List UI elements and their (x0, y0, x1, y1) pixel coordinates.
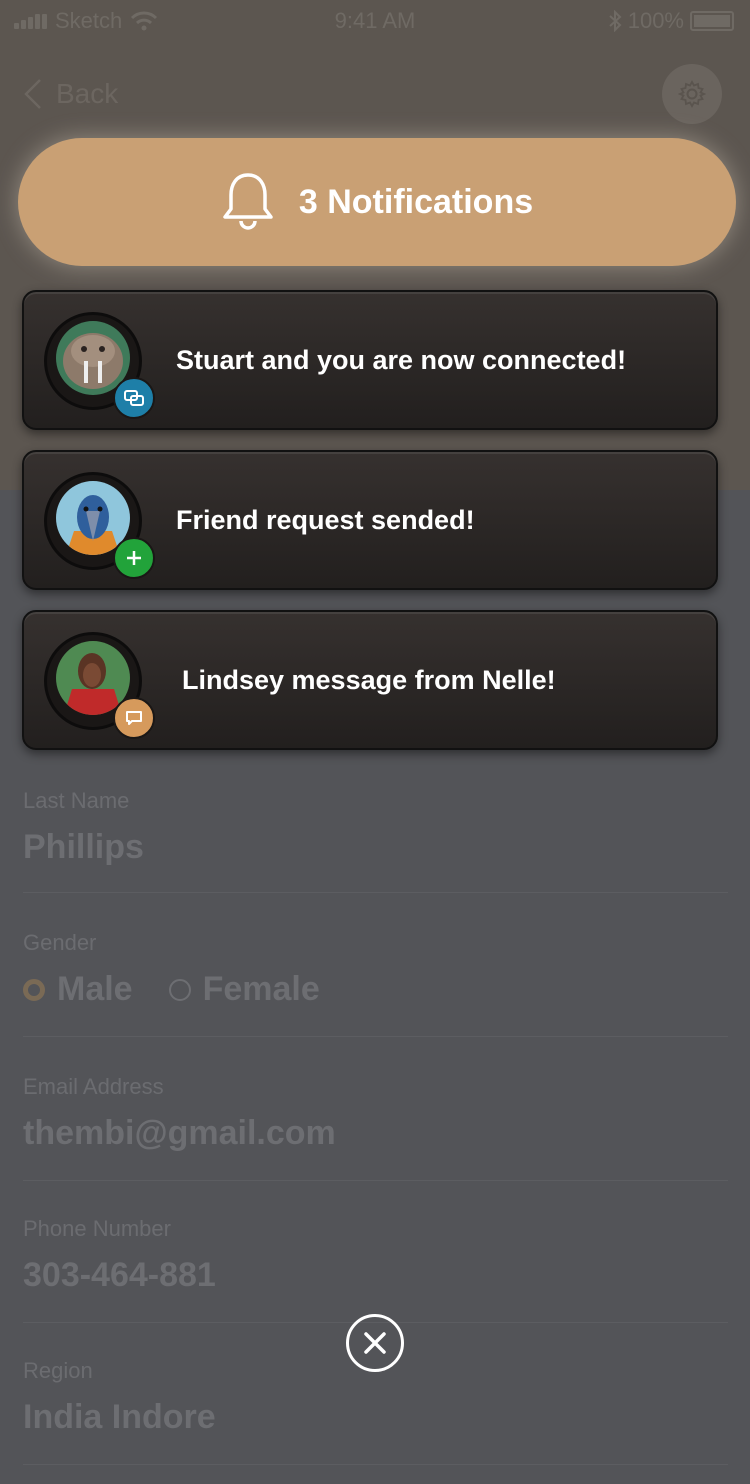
connect-icon (113, 377, 155, 419)
notification-text: Lindsey message from Nelle! (182, 664, 556, 695)
close-icon (364, 1332, 386, 1354)
notifications-title: 3 Notifications (298, 182, 534, 221)
phone-value: 303-464-881 (23, 1256, 216, 1294)
email-value: thembi@gmail.com (23, 1114, 336, 1152)
notification-card-message[interactable]: Lindsey message from Nelle! (22, 610, 718, 750)
notification-card-friend-request[interactable]: Friend request sended! (22, 450, 718, 590)
status-right: 100% (608, 8, 734, 34)
gender-female-radio[interactable] (168, 978, 191, 1001)
battery-percent: 100% (627, 8, 684, 33)
phone-label: Phone Number (23, 1216, 171, 1241)
close-button[interactable] (346, 1314, 404, 1372)
gender-male-label[interactable]: Male (57, 970, 133, 1009)
email-label: Email Address (23, 1074, 164, 1099)
bell-icon (223, 173, 273, 230)
bluetooth-icon (609, 10, 622, 32)
notification-text: Stuart and you are now connected! (176, 344, 627, 375)
chat-icon (113, 697, 155, 739)
last-name-field[interactable]: Last Name Phillips (23, 788, 728, 893)
plus-icon (113, 537, 155, 579)
notification-text: Friend request sended! (176, 504, 475, 535)
phone-field[interactable]: Phone Number 303-464-881 (23, 1216, 728, 1323)
region-value: India Indore (23, 1398, 216, 1436)
back-label: Back (56, 78, 119, 109)
back-button[interactable]: Back (24, 78, 118, 110)
notifications-header[interactable]: 3 Notifications (18, 138, 736, 266)
last-name-value: Phillips (23, 828, 144, 866)
settings-button[interactable] (662, 64, 722, 124)
region-field[interactable]: Region India Indore (23, 1358, 728, 1465)
avatar (44, 312, 155, 419)
chevron-left-icon (24, 79, 41, 109)
gender-male-radio[interactable] (23, 978, 45, 1001)
gender-field: Gender Male Female (23, 930, 728, 1037)
avatar (44, 632, 155, 739)
battery-icon (690, 11, 734, 31)
gear-icon (678, 80, 706, 108)
avatar (44, 472, 155, 579)
gender-options: Male Female (23, 970, 728, 1009)
gender-label: Gender (23, 930, 97, 955)
email-field[interactable]: Email Address thembi@gmail.com (23, 1074, 728, 1181)
status-bar: Sketch 9:41 AM 100% (0, 0, 750, 40)
last-name-label: Last Name (23, 788, 130, 813)
notification-card-connected[interactable]: Stuart and you are now connected! (22, 290, 718, 430)
gender-female-label[interactable]: Female (203, 970, 320, 1009)
